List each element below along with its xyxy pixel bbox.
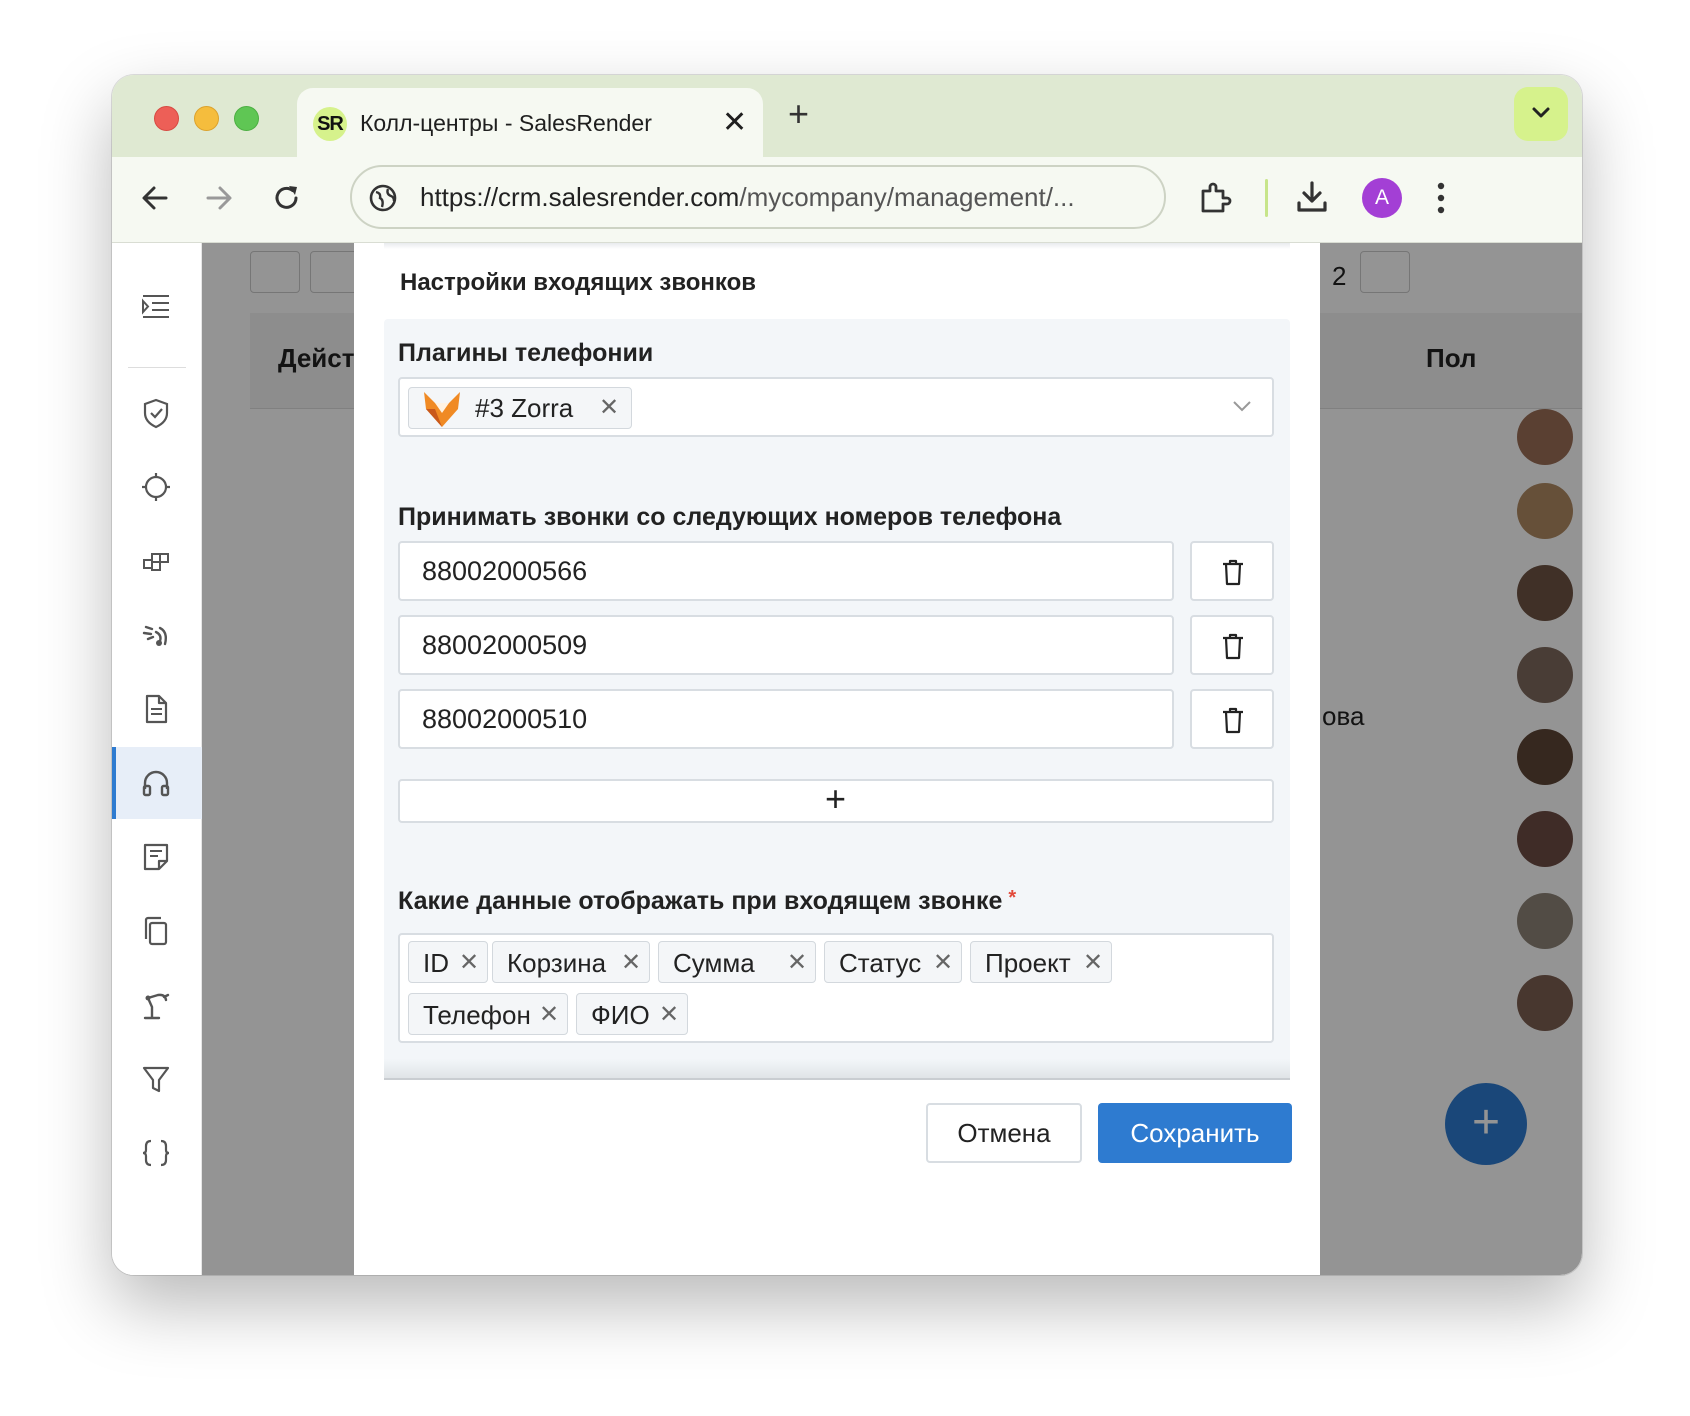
sidebar-item-documents[interactable] xyxy=(112,673,202,745)
maximize-window-button[interactable] xyxy=(234,106,259,131)
chevron-down-icon[interactable] xyxy=(1232,399,1252,413)
field-chip: Статус ✕ xyxy=(824,941,962,983)
toolbar-separator xyxy=(1265,179,1268,217)
sidebar-item-copies[interactable] xyxy=(112,895,202,967)
tab-bar: SR Колл-центры - SalesRender ✕ + xyxy=(112,75,1582,158)
phone-input[interactable] xyxy=(398,615,1174,675)
remove-plugin-icon[interactable]: ✕ xyxy=(599,393,619,422)
trash-icon xyxy=(1223,633,1243,660)
modal-scroll-edge xyxy=(384,243,1290,249)
toolbar: https://crm.salesrender.com/mycompany/ma… xyxy=(112,157,1582,243)
trash-icon xyxy=(1223,707,1243,734)
trash-icon xyxy=(1223,559,1243,586)
page-content: 2 Дейст Пол ова + Настройки входящих зво… xyxy=(112,243,1582,1275)
sidebar-item-modules[interactable] xyxy=(112,525,202,597)
panel-scroll-shadow xyxy=(384,1059,1290,1079)
remove-chip-icon[interactable]: ✕ xyxy=(621,948,641,977)
profile-avatar[interactable]: A xyxy=(1362,178,1402,218)
delete-phone-button[interactable] xyxy=(1190,541,1274,601)
phones-label: Принимать звонки со следующих номеров те… xyxy=(398,503,1062,531)
browser-window: SR Колл-центры - SalesRender ✕ + https:/… xyxy=(112,75,1582,1275)
site-info-icon[interactable] xyxy=(368,183,398,213)
fox-logo-icon xyxy=(424,392,460,427)
delete-phone-button[interactable] xyxy=(1190,615,1274,675)
browser-tab[interactable]: SR Колл-центры - SalesRender ✕ xyxy=(297,88,763,158)
plugins-label: Плагины телефонии xyxy=(398,339,654,367)
remove-chip-icon[interactable]: ✕ xyxy=(539,1000,559,1029)
save-button[interactable]: Сохранить xyxy=(1098,1103,1292,1163)
add-phone-button[interactable]: + xyxy=(398,778,1274,823)
modal-title: Настройки входящих звонков xyxy=(400,269,757,296)
shield-check-icon xyxy=(143,398,169,429)
blocks-icon xyxy=(143,553,169,571)
tab-search-button[interactable] xyxy=(1514,87,1568,141)
plugins-select[interactable]: #3 Zorra ✕ xyxy=(398,377,1274,437)
remove-chip-icon[interactable]: ✕ xyxy=(933,948,953,977)
plugin-name: #3 Zorra xyxy=(475,393,574,423)
headset-icon xyxy=(142,770,170,797)
close-window-button[interactable] xyxy=(154,106,179,131)
menu-icon xyxy=(142,295,169,318)
url-text: https://crm.salesrender.com/mycompany/ma… xyxy=(420,182,1075,212)
note-icon xyxy=(143,843,169,871)
sidebar-item-menu[interactable] xyxy=(112,271,202,343)
remove-chip-icon[interactable]: ✕ xyxy=(1083,948,1103,977)
sidebar-divider xyxy=(128,367,186,368)
robot-arm-icon xyxy=(143,993,170,1020)
remove-chip-icon[interactable]: ✕ xyxy=(659,1000,679,1029)
sidebar-item-notes[interactable] xyxy=(112,821,202,893)
funnel-icon xyxy=(142,1066,170,1093)
required-mark: * xyxy=(1008,887,1017,909)
sidebar-item-targets[interactable] xyxy=(112,451,202,523)
field-chip: Корзина ✕ xyxy=(492,941,650,983)
tab-close-icon[interactable]: ✕ xyxy=(722,106,747,140)
more-menu-icon[interactable] xyxy=(1436,181,1446,215)
field-chip: Сумма ✕ xyxy=(658,941,816,983)
sidebar-item-funnels[interactable] xyxy=(112,1043,202,1115)
phone-input[interactable] xyxy=(398,689,1174,749)
remove-chip-icon[interactable]: ✕ xyxy=(787,948,807,977)
plugin-tag: #3 Zorra ✕ xyxy=(408,387,632,429)
copy-icon xyxy=(144,916,168,946)
crosshair-icon xyxy=(142,473,170,501)
delete-phone-button[interactable] xyxy=(1190,689,1274,749)
cancel-button[interactable]: Отмена xyxy=(926,1103,1082,1163)
tab-title: Колл-центры - SalesRender xyxy=(360,110,652,136)
field-chip: ID ✕ xyxy=(408,941,488,983)
phone-input[interactable] xyxy=(398,541,1174,601)
reload-icon[interactable] xyxy=(272,183,302,213)
sidebar-item-automation[interactable] xyxy=(112,969,202,1041)
sidebar-item-integrations[interactable] xyxy=(112,1117,202,1189)
document-icon xyxy=(145,694,168,724)
field-chip: Телефон ✕ xyxy=(408,993,568,1035)
sidebar-item-permissions[interactable] xyxy=(112,377,202,449)
extensions-icon[interactable] xyxy=(1198,181,1232,215)
sidebar xyxy=(112,243,202,1275)
sidebar-item-call-centers[interactable] xyxy=(112,747,202,819)
signal-icon xyxy=(142,625,168,646)
plus-icon: + xyxy=(825,778,847,819)
address-bar[interactable]: https://crm.salesrender.com/mycompany/ma… xyxy=(350,165,1166,229)
braces-icon xyxy=(142,1139,170,1167)
back-icon[interactable] xyxy=(140,183,170,213)
favicon: SR xyxy=(313,107,347,141)
field-chip: ФИО ✕ xyxy=(576,993,688,1035)
chevron-down-icon xyxy=(1532,107,1550,118)
download-icon[interactable] xyxy=(1294,179,1330,215)
panel-divider xyxy=(384,1078,1290,1080)
new-tab-button[interactable]: + xyxy=(788,96,809,132)
minimize-window-button[interactable] xyxy=(194,106,219,131)
field-chip: Проект ✕ xyxy=(970,941,1112,983)
sidebar-item-signals[interactable] xyxy=(112,599,202,671)
display-fields-label: Какие данные отображать при входящем зво… xyxy=(398,887,1017,915)
forward-icon[interactable] xyxy=(204,183,234,213)
display-fields-select[interactable]: ID ✕ Корзина ✕ Сумма ✕ Статус ✕ Проект ✕ Теле… xyxy=(398,933,1274,1043)
incoming-calls-settings-modal: Настройки входящих звонков Плагины телеф… xyxy=(354,243,1320,1275)
remove-chip-icon[interactable]: ✕ xyxy=(459,948,479,977)
